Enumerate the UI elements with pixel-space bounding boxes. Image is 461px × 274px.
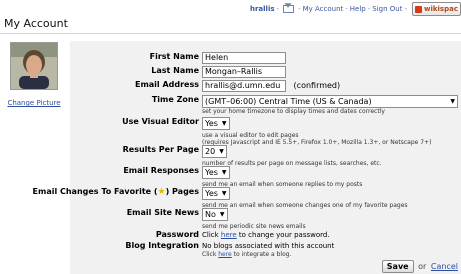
email-confirmed-status: (confirmed): [293, 81, 341, 90]
nav-separator: -: [276, 5, 280, 13]
wikispaces-logo-icon: [415, 5, 423, 13]
email-responses-label: Email Responses: [123, 166, 199, 175]
account-form: First Name Last Name Email Address (conf…: [33, 41, 461, 274]
results-per-page-value: 20: [205, 147, 216, 156]
email-changes-label-end: ) Pages: [165, 187, 199, 196]
last-name-field[interactable]: [202, 66, 286, 78]
email-news-value: No: [205, 210, 216, 219]
username-link[interactable]: hrallis: [250, 5, 275, 13]
dropdown-arrow-icon: ▼: [221, 120, 227, 127]
time-zone-field-wrap: (GMT–06:00) Central Time (US & Canada) ▼…: [202, 95, 458, 115]
email-news-field-wrap: No ▼ send me periodic site news emails: [202, 208, 306, 230]
results-per-page-field-wrap: 20 ▼ number of results per page on messa…: [202, 145, 382, 167]
password-label: Password: [155, 230, 199, 239]
email-changes-value: Yes: [205, 189, 218, 198]
time-zone-select[interactable]: (GMT–06:00) Central Time (US & Canada) ▼: [202, 95, 458, 108]
or-text: or: [418, 262, 427, 271]
email-news-label: Email Site News: [126, 208, 199, 217]
results-per-page-label: Results Per Page: [122, 145, 199, 154]
password-text-end: to change your password.: [236, 231, 330, 239]
dropdown-arrow-icon: ▼: [219, 148, 224, 155]
blog-integrate-text: Click here to integrate a blog.: [202, 251, 334, 258]
avatar-photo-icon: [11, 43, 57, 89]
avatar: [10, 42, 58, 90]
email-responses-field-wrap: Yes ▼ send me an email when someone repl…: [202, 166, 362, 188]
visual-editor-select[interactable]: Yes ▼: [202, 117, 230, 130]
wikispaces-badge[interactable]: wikispac: [412, 2, 461, 16]
title-divider: [0, 33, 461, 34]
star-icon: ★: [157, 187, 166, 197]
form-actions: Save or Cancel: [381, 260, 458, 273]
visual-editor-hint: use a visual editor to edit pages: [202, 132, 299, 139]
password-text-start: Click: [202, 231, 221, 239]
blog-integration-info: No blogs associated with this account Cl…: [202, 241, 334, 258]
help-link[interactable]: Help: [350, 5, 366, 13]
blog-status-text: No blogs associated with this account: [202, 242, 335, 250]
results-per-page-select[interactable]: 20 ▼: [202, 145, 227, 158]
sign-out-link[interactable]: Sign Out: [372, 5, 402, 13]
blog-integration-label: Blog Integration: [125, 241, 199, 250]
email-label: Email Address: [134, 80, 199, 89]
time-zone-hint: set your home timezone to display times …: [202, 108, 385, 115]
change-password-link[interactable]: here: [221, 231, 237, 239]
email-field-wrap: (confirmed): [202, 80, 340, 92]
dropdown-arrow-icon: ▼: [219, 211, 225, 218]
email-news-select[interactable]: No ▼: [202, 208, 228, 221]
dropdown-arrow-icon: ▼: [221, 169, 227, 176]
visual-editor-field-wrap: Yes ▼ use a visual editor to edit pages …: [202, 117, 431, 146]
email-responses-value: Yes: [205, 168, 218, 177]
page-title: My Account: [4, 17, 68, 30]
nav-separator: -: [367, 5, 371, 13]
blog-integrate-text-start: Click: [202, 251, 219, 258]
email-responses-select[interactable]: Yes ▼: [202, 166, 230, 179]
email-changes-select[interactable]: Yes ▼: [202, 187, 230, 200]
top-navigation: hrallis - - My Account - Help - Sign Out…: [0, 0, 461, 18]
blog-integrate-text-end: to integrate a blog.: [231, 251, 292, 258]
dropdown-arrow-icon: ▼: [450, 98, 455, 105]
nav-separator: -: [345, 5, 348, 13]
email-changes-label-start: Email Changes To Favorite (: [32, 187, 158, 196]
first-name-field[interactable]: [202, 52, 286, 64]
save-button[interactable]: Save: [381, 260, 414, 273]
email-changes-label: Email Changes To Favorite (★) Pages: [33, 187, 199, 197]
visual-editor-label: Use Visual Editor: [122, 117, 199, 126]
time-zone-value: (GMT–06:00) Central Time (US & Canada): [205, 97, 372, 106]
cancel-link[interactable]: Cancel: [431, 262, 458, 271]
last-name-label: Last Name: [151, 66, 199, 75]
nav-separator: -: [298, 5, 301, 13]
dropdown-arrow-icon: ▼: [221, 190, 227, 197]
my-account-link[interactable]: My Account: [303, 5, 344, 13]
integrate-blog-link[interactable]: here: [218, 251, 232, 258]
mail-icon[interactable]: [283, 5, 295, 13]
email-news-hint: send me periodic site news emails: [202, 223, 306, 230]
change-picture-link[interactable]: Change Picture: [0, 99, 68, 108]
profile-sidebar: Change Picture: [0, 42, 68, 108]
email-field[interactable]: [202, 80, 286, 92]
password-text: Click here to change your password.: [202, 230, 330, 240]
visual-editor-value: Yes: [205, 119, 218, 128]
wikispaces-badge-text: wikispac: [424, 5, 458, 13]
email-changes-field-wrap: Yes ▼ send me an email when someone chan…: [202, 187, 408, 209]
nav-separator: -: [404, 5, 408, 13]
first-name-label: First Name: [149, 52, 199, 61]
time-zone-label: Time Zone: [151, 95, 199, 104]
